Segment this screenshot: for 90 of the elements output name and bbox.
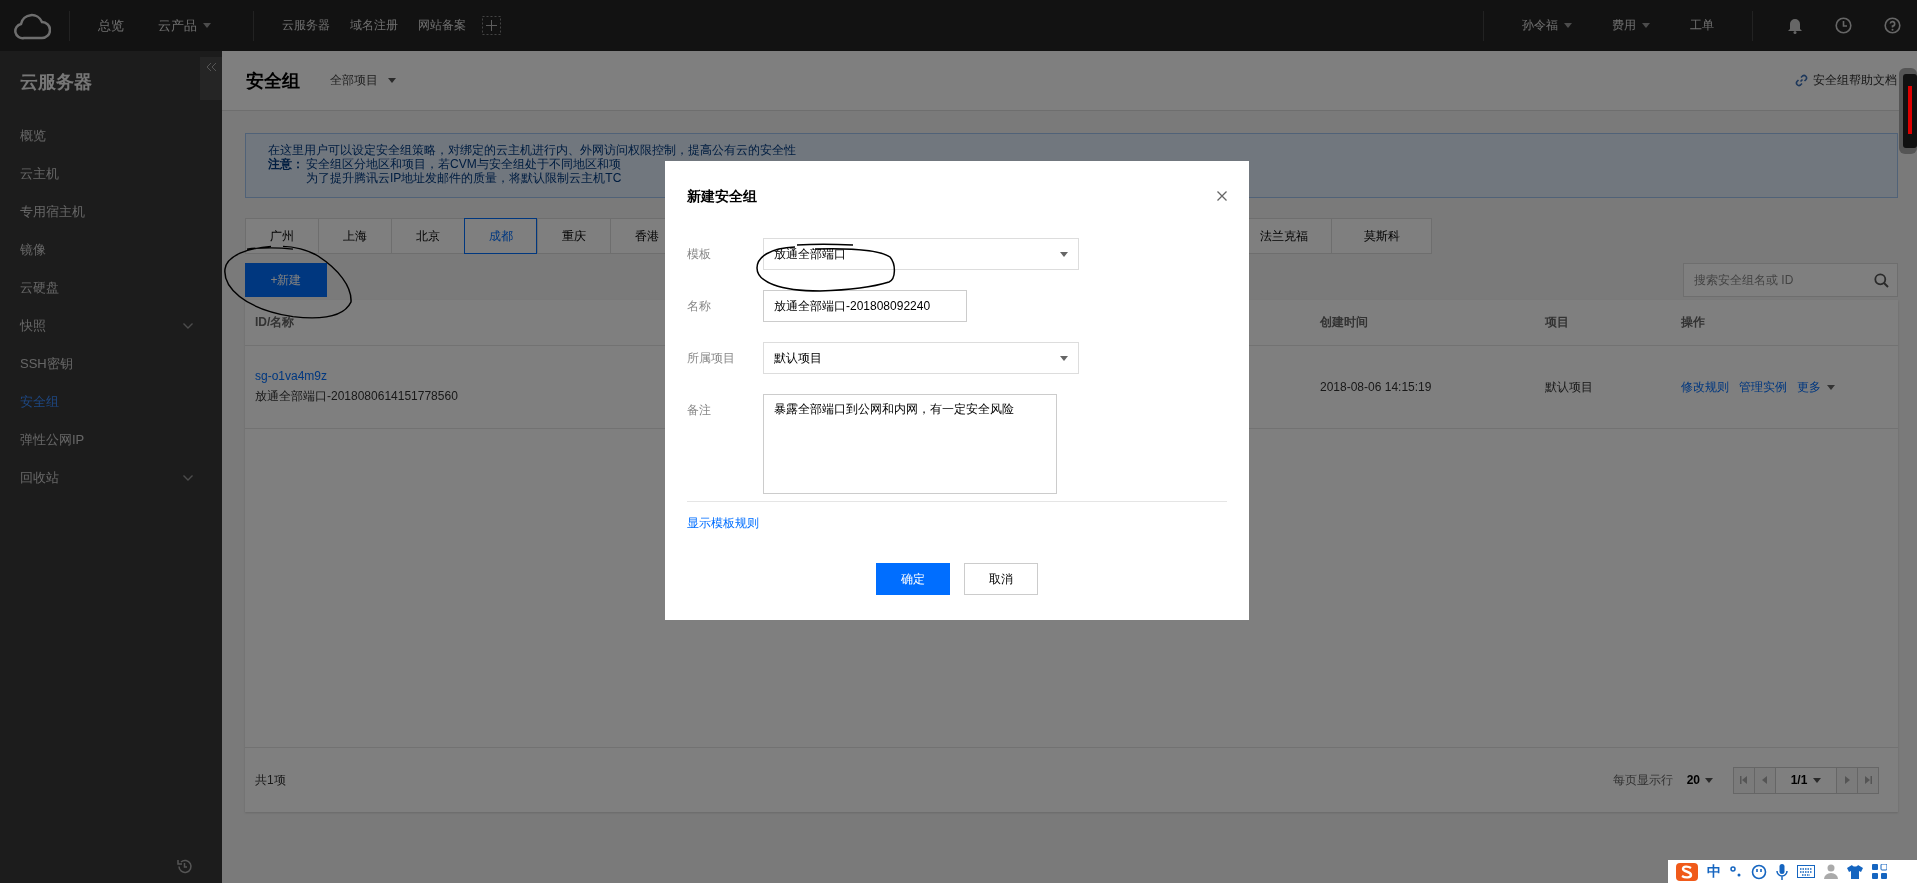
smiley-icon[interactable] — [1751, 863, 1767, 880]
search-icon[interactable] — [1874, 273, 1889, 288]
input-method-logo-icon[interactable] — [1676, 862, 1698, 881]
security-group-id-link[interactable]: sg-o1va4m9z — [255, 369, 328, 383]
sidebar-item[interactable]: 镜像 — [0, 231, 222, 269]
help-icon[interactable] — [1884, 17, 1901, 34]
next-page-button[interactable] — [1837, 767, 1858, 793]
shortcut-link[interactable]: 网站备案 — [408, 17, 476, 34]
sidebar-item[interactable]: 概览 — [0, 117, 222, 155]
new-button[interactable]: +新建 — [245, 263, 327, 297]
region-tab[interactable]: 广州 — [245, 218, 318, 254]
remark-textarea[interactable]: 暴露全部端口到公网和内网，有一定安全风险 — [763, 394, 1057, 494]
column-header: 项目 — [1545, 314, 1569, 331]
next-page-icon — [1843, 776, 1851, 784]
close-icon[interactable] — [1217, 191, 1227, 201]
sidebar-item[interactable]: 云主机 — [0, 155, 222, 193]
sidebar-item[interactable]: SSH密钥 — [0, 345, 222, 383]
region-tab[interactable]: 上海 — [318, 218, 391, 254]
select-dropdown[interactable]: 默认项目 — [763, 342, 1079, 374]
page-size-label: 每页显示行 — [1612, 771, 1673, 789]
region-tab[interactable]: 重庆 — [537, 218, 610, 254]
action-link[interactable]: 修改规则 — [1681, 378, 1729, 396]
notice-text: 安全组区分地区和项目，若CVM与安全组处于不同地区和项 — [306, 157, 621, 171]
sidebar-item[interactable]: 云硬盘 — [0, 269, 222, 307]
floating-widget-drawing[interactable] — [1898, 68, 1917, 154]
confirm-button[interactable]: 确定 — [876, 563, 950, 595]
first-page-icon — [1740, 776, 1748, 784]
shirt-icon[interactable] — [1847, 864, 1863, 879]
page-title: 安全组 — [246, 69, 300, 93]
action-link[interactable]: 管理实例 — [1739, 378, 1787, 396]
page-size-dropdown[interactable]: 20 — [1686, 773, 1713, 787]
sidebar-item[interactable]: 快照 — [0, 307, 222, 345]
action-link[interactable]: 更多 — [1797, 378, 1835, 396]
history-icon[interactable] — [176, 858, 193, 875]
add-shortcut-icon[interactable] — [482, 16, 501, 35]
caret-icon — [1060, 355, 1068, 361]
table-cell: 放通全部端口-2018080614151778560 — [255, 388, 458, 405]
table-cell: 默认项目 — [1545, 378, 1593, 396]
field-label: 所属项目 — [687, 350, 736, 367]
bell-icon[interactable] — [1787, 17, 1803, 34]
field-label: 备注 — [687, 402, 712, 419]
clock-icon[interactable] — [1835, 17, 1852, 34]
sidebar-item[interactable]: 弹性公网IP — [0, 421, 222, 459]
previous-page-button[interactable] — [1755, 767, 1776, 793]
shortcut-link[interactable]: 云服务器 — [272, 17, 340, 34]
sidebar-item[interactable]: 专用宿主机 — [0, 193, 222, 231]
last-page-button[interactable] — [1858, 767, 1878, 793]
caret-icon — [388, 78, 396, 83]
caret-icon — [1060, 251, 1068, 257]
table-cell: 2018-08-06 14:15:19 — [1320, 380, 1432, 394]
notice-text: 在这里用户可以设定安全组策略，对绑定的云主机进行内、外网访问权限控制，提高公有云的安全性 — [268, 143, 797, 157]
help-doc-link[interactable]: 安全组帮助文档 — [1795, 72, 1897, 89]
caret-icon — [1705, 777, 1713, 783]
region-tab[interactable]: 成都 — [464, 218, 537, 254]
template-rules-link[interactable]: 显示模板规则 — [687, 515, 759, 532]
dialog-title: 新建安全组 — [687, 188, 757, 206]
field-label: 模板 — [687, 246, 712, 263]
user-menu-item[interactable]: 费用 — [1602, 17, 1660, 34]
column-header: 操作 — [1681, 314, 1705, 331]
user-menu-item[interactable]: 工单 — [1680, 17, 1724, 34]
sidebar-item[interactable]: 回收站 — [0, 459, 222, 497]
total-count: 共1项 — [255, 771, 286, 789]
input-mode-toggle[interactable]: 中 — [1707, 862, 1721, 881]
select-dropdown[interactable]: 放通全部端口 — [763, 238, 1079, 270]
caret-icon — [1813, 777, 1822, 783]
cancel-button[interactable]: 取消 — [964, 563, 1038, 595]
previous-page-icon — [1761, 776, 1769, 784]
person-icon[interactable] — [1824, 864, 1838, 879]
grid-icon[interactable] — [1872, 864, 1887, 879]
shortcut-link[interactable]: 域名注册 — [340, 17, 408, 34]
cloud-logo-icon[interactable] — [14, 11, 51, 40]
first-page-button[interactable] — [1734, 767, 1755, 793]
link-icon — [1795, 74, 1808, 87]
name-input[interactable]: 放通全部端口-201808092240 — [763, 290, 967, 322]
notice-text: 为了提升腾讯云IP地址发邮件的质量，将默认限制云主机TC — [306, 171, 622, 185]
user-menu-item[interactable]: 孙令福 — [1512, 17, 1582, 34]
column-header: ID/名称 — [255, 314, 295, 331]
nav-menu-item[interactable]: 总览 — [88, 16, 134, 35]
region-tab[interactable]: 北京 — [391, 218, 464, 254]
nav-menu-item[interactable]: 云产品 — [148, 16, 221, 35]
microphone-icon[interactable] — [1776, 863, 1788, 880]
field-label: 名称 — [687, 298, 712, 315]
keyboard-icon[interactable] — [1797, 865, 1815, 878]
notice-label: 注意： — [268, 157, 305, 171]
double-chevron-left-icon — [206, 63, 216, 71]
region-tab[interactable]: 莫斯科 — [1331, 218, 1432, 254]
column-header: 创建时间 — [1320, 314, 1368, 331]
project-filter-dropdown[interactable]: 全部项目 — [330, 72, 396, 89]
sidebar-title: 云服务器 — [20, 71, 92, 92]
last-page-icon — [1864, 776, 1872, 784]
